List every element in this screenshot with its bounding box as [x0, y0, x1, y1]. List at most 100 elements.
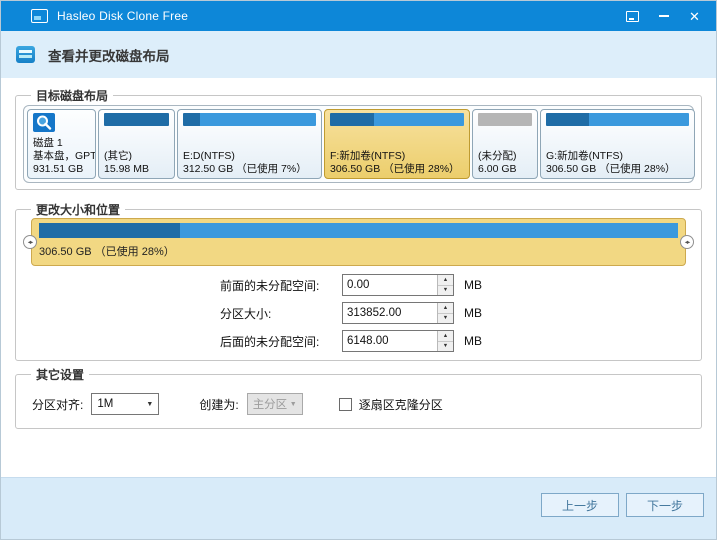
partition-size-spinbox: ▲ ▼ [342, 302, 454, 324]
window-popup-button[interactable] [617, 1, 648, 31]
close-icon: ✕ [689, 10, 700, 23]
resize-selected-area[interactable]: 306.50 GB （已使用 28%） [31, 218, 686, 266]
window-popup-icon [626, 11, 639, 22]
size-fields: 前面的未分配空间: ▲ ▼ MB 分区大小: [220, 274, 482, 358]
minimize-icon [659, 15, 669, 17]
space-before-label: 前面的未分配空间: [220, 277, 342, 294]
partition-label: E:D(NTFS) [183, 150, 316, 163]
partition-size: 306.50 GB （已使用 28%） [330, 163, 464, 176]
space-before-spinbox: ▲ ▼ [342, 274, 454, 296]
footer-bar: 上一步 下一步 [1, 477, 716, 539]
spin-up-icon[interactable]: ▲ [438, 331, 453, 342]
disk-info-tile[interactable]: 磁盘 1 基本盘，GPT 931.51 GB [27, 109, 96, 179]
usage-bar [183, 113, 316, 126]
free-segment [374, 113, 464, 126]
partition-size-spin-buttons: ▲ ▼ [437, 303, 453, 323]
partition-tile-5[interactable]: G:新加卷(NTFS)306.50 GB （已使用 28%） [540, 109, 695, 179]
disk-type: 基本盘，GPT [33, 150, 90, 163]
usage-free-segment [180, 223, 678, 238]
usage-bar [104, 113, 169, 126]
minimize-button[interactable] [648, 1, 679, 31]
partition-size: 312.50 GB （已使用 7%） [183, 163, 316, 176]
window-title: Hasleo Disk Clone Free [57, 9, 188, 23]
unallocated-segment [478, 113, 532, 126]
space-after-input[interactable] [343, 331, 437, 351]
resize-size-label: 306.50 GB （已使用 28%） [39, 243, 678, 259]
field-row-partition-size: 分区大小: ▲ ▼ MB [220, 302, 482, 324]
create-as-dropdown: 主分区 ▼ [247, 393, 303, 415]
spin-down-icon[interactable]: ▼ [438, 314, 453, 324]
used-segment [183, 113, 200, 126]
space-after-spinbox: ▲ ▼ [342, 330, 454, 352]
spin-down-icon[interactable]: ▼ [438, 286, 453, 296]
usage-bar [546, 113, 689, 126]
other-settings-legend: 其它设置 [31, 367, 89, 383]
partition-label: (未分配) [478, 150, 532, 163]
space-before-spin-buttons: ▲ ▼ [437, 275, 453, 295]
next-button[interactable]: 下一步 [626, 493, 704, 517]
chevron-down-icon: ▼ [146, 401, 153, 408]
partition-tile-4[interactable]: (未分配)6.00 GB [472, 109, 538, 179]
free-segment [589, 113, 689, 126]
target-layout-legend: 目标磁盘布局 [31, 88, 113, 104]
partition-strip: 磁盘 1 基本盘，GPT 931.51 GB (其它)15.98 MBE:D(N… [23, 105, 694, 183]
partition-size: 15.98 MB [104, 163, 169, 176]
window-controls: ✕ [617, 1, 710, 31]
partition-align-label: 分区对齐: [32, 396, 83, 413]
space-before-unit: MB [464, 278, 482, 292]
used-segment [546, 113, 589, 126]
resize-legend: 更改大小和位置 [31, 202, 125, 218]
sector-clone-checkbox[interactable] [339, 398, 352, 411]
partition-align-value: 1M [97, 398, 113, 410]
partition-size-input[interactable] [343, 303, 437, 323]
disk-name: 磁盘 1 [33, 137, 90, 150]
partition-align-dropdown[interactable]: 1M ▼ [91, 393, 159, 415]
other-settings-row: 分区对齐: 1M ▼ 创建为: 主分区 ▼ 逐扇区克隆分区 [32, 393, 443, 415]
spin-up-icon[interactable]: ▲ [438, 275, 453, 286]
app-icon [31, 9, 48, 23]
app-window: Hasleo Disk Clone Free ✕ 查看并更改磁盘布局 目标磁盘布… [0, 0, 717, 540]
resize-group: 更改大小和位置 ◂▸ 306.50 GB （已使用 28%） ◂▸ 前面的未分配… [15, 209, 702, 361]
partition-resizer: ◂▸ 306.50 GB （已使用 28%） ◂▸ [23, 218, 694, 266]
partition-size-unit: MB [464, 306, 482, 320]
resize-right-handle[interactable]: ◂▸ [680, 235, 694, 249]
disk-size: 931.51 GB [33, 163, 90, 176]
disk-layout-icon [16, 46, 35, 63]
space-before-input[interactable] [343, 275, 437, 295]
back-button[interactable]: 上一步 [541, 493, 619, 517]
used-segment [104, 113, 169, 126]
partition-size: 6.00 GB [478, 163, 532, 176]
title-bar: Hasleo Disk Clone Free ✕ [1, 1, 716, 31]
main-content: 目标磁盘布局 磁盘 1 基本盘，GPT 931.51 GB (其它)15.98 … [1, 95, 716, 429]
sector-clone-label: 逐扇区克隆分区 [359, 396, 443, 413]
spin-down-icon[interactable]: ▼ [438, 342, 453, 352]
chevron-down-icon: ▼ [290, 401, 297, 408]
used-segment [330, 113, 374, 126]
resize-usage-bar [39, 223, 678, 238]
partition-tile-1[interactable]: (其它)15.98 MB [98, 109, 175, 179]
field-row-space-after: 后面的未分配空间: ▲ ▼ MB [220, 330, 482, 352]
partition-label: (其它) [104, 150, 169, 163]
resize-left-handle[interactable]: ◂▸ [23, 235, 37, 249]
spin-up-icon[interactable]: ▲ [438, 303, 453, 314]
close-button[interactable]: ✕ [679, 1, 710, 31]
usage-bar [478, 113, 532, 126]
disk-icon [33, 113, 55, 132]
partition-tile-3[interactable]: F:新加卷(NTFS)306.50 GB （已使用 28%） [324, 109, 470, 179]
partition-label: G:新加卷(NTFS) [546, 150, 689, 163]
wizard-buttons: 上一步 下一步 [541, 493, 704, 517]
space-after-label: 后面的未分配空间: [220, 333, 342, 350]
field-row-space-before: 前面的未分配空间: ▲ ▼ MB [220, 274, 482, 296]
create-as-label: 创建为: [199, 396, 238, 413]
create-as-value: 主分区 [253, 396, 288, 412]
space-after-unit: MB [464, 334, 482, 348]
target-layout-group: 目标磁盘布局 磁盘 1 基本盘，GPT 931.51 GB (其它)15.98 … [15, 95, 702, 190]
free-segment [200, 113, 316, 126]
partition-size: 306.50 GB （已使用 28%） [546, 163, 689, 176]
usage-bar [330, 113, 464, 126]
partition-size-label: 分区大小: [220, 305, 342, 322]
partition-label: F:新加卷(NTFS) [330, 150, 464, 163]
page-header: 查看并更改磁盘布局 [1, 31, 716, 78]
usage-used-segment [39, 223, 180, 238]
partition-tile-2[interactable]: E:D(NTFS)312.50 GB （已使用 7%） [177, 109, 322, 179]
